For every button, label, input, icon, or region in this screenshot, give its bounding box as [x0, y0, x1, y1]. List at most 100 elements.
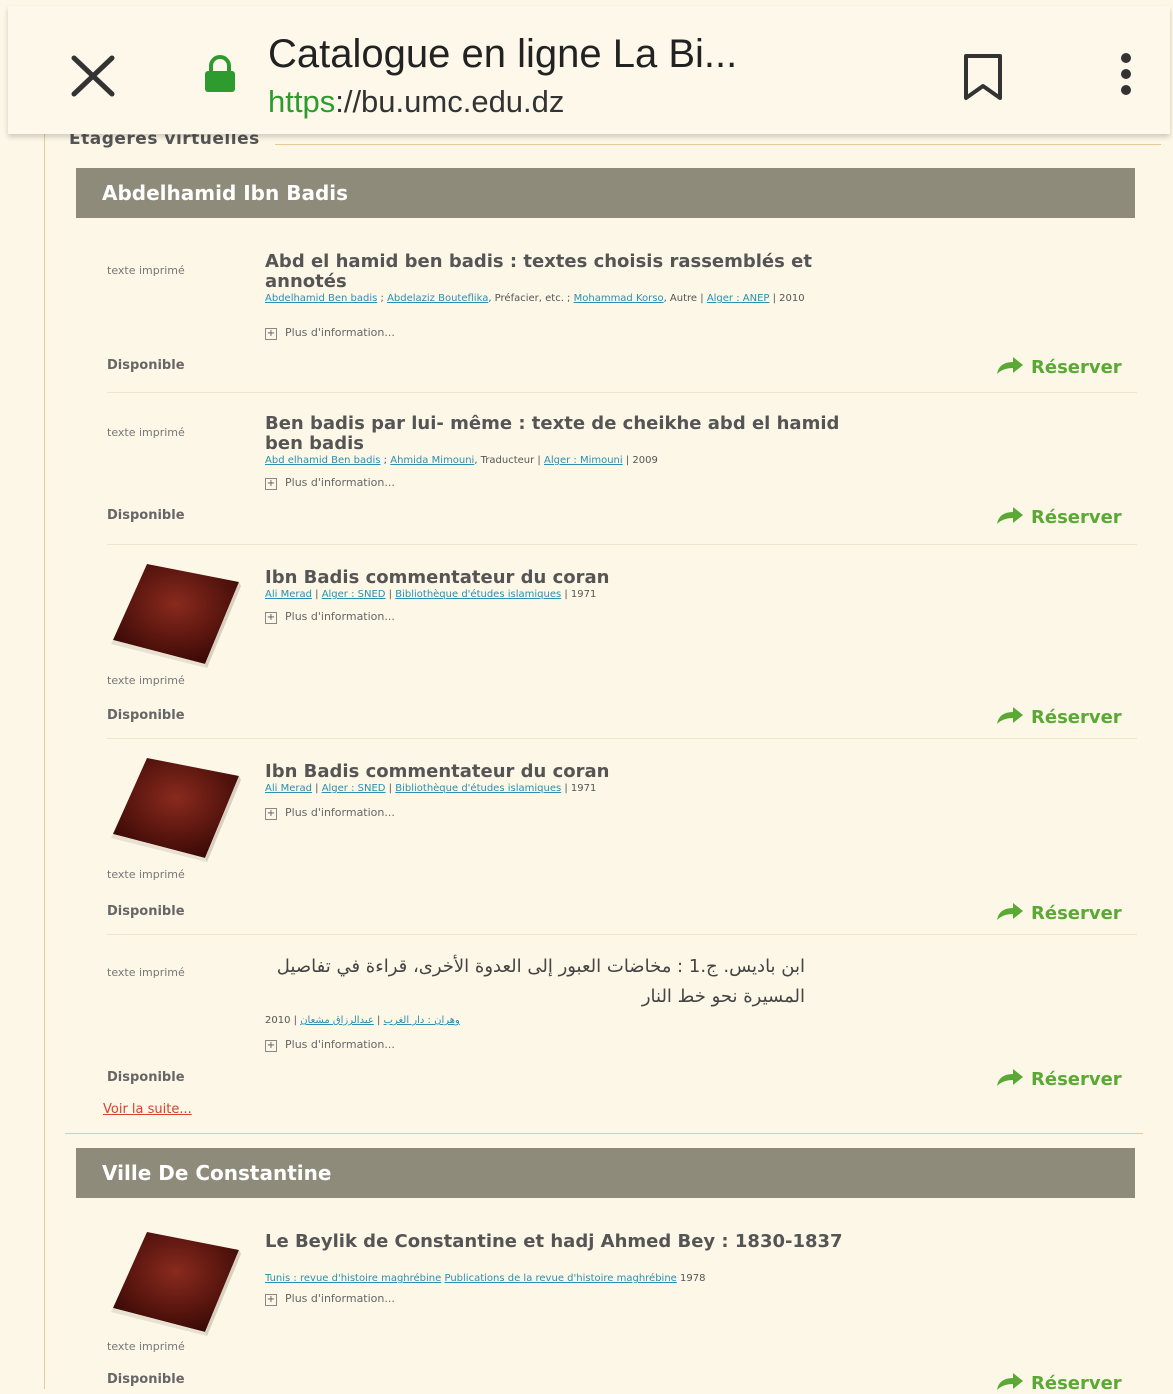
reserve-label: Réserver — [1031, 1373, 1122, 1394]
meta-link[interactable]: Bibliothèque d'études islamiques — [395, 589, 561, 600]
share-arrow-icon — [997, 707, 1023, 724]
item-divider — [107, 392, 1137, 393]
meta-text: | 2010 — [769, 293, 805, 304]
plus-box-icon: + — [265, 328, 277, 340]
share-arrow-icon — [997, 903, 1023, 920]
meta-text: | 1971 — [561, 783, 597, 794]
meta-link[interactable]: Abdelaziz Bouteflika — [387, 293, 488, 304]
record-meta: 2010 | وهران : دار الغرب | عبدالرزاق مشع… — [265, 1014, 825, 1027]
meta-link[interactable]: Ali Merad — [265, 589, 312, 600]
meta-text: | — [311, 589, 322, 600]
record-title[interactable]: Abd el hamid ben badis : textes choisis … — [265, 252, 845, 292]
list-item: texte imprimé ابن باديس. ج.1 : مخاضات ال… — [107, 952, 1137, 1092]
book-icon — [111, 564, 241, 668]
reserve-button[interactable]: Réserver — [995, 1068, 1122, 1090]
meta-link[interactable]: Publications de la revue d'histoire magh… — [444, 1273, 676, 1284]
meta-link[interactable]: عبدالرزاق مشعان — [300, 1015, 374, 1026]
plus-box-icon: + — [265, 612, 277, 624]
book-cover[interactable] — [107, 1230, 243, 1336]
url-scheme: https — [268, 84, 336, 119]
meta-link[interactable]: Bibliothèque d'études islamiques — [395, 783, 561, 794]
more-info-toggle[interactable]: + Plus d'information... — [265, 806, 395, 820]
record-title[interactable]: Ibn Badis commentateur du coran — [265, 762, 845, 782]
close-icon — [71, 55, 115, 97]
book-cover[interactable] — [107, 756, 243, 862]
see-more-link[interactable]: Voir la suite... — [103, 1102, 192, 1117]
meta-link[interactable]: Alger : SNED — [322, 783, 386, 794]
url-bar[interactable]: https://bu.umc.edu.dz — [268, 84, 564, 120]
meta-text: , Préfacier, etc. ; — [488, 293, 574, 304]
meta-link[interactable]: Ahmida Mimouni — [390, 455, 474, 466]
share-arrow-icon — [997, 357, 1023, 374]
reserve-button[interactable]: Réserver — [995, 506, 1122, 528]
meta-link[interactable]: Tunis : revue d'histoire maghrébine — [265, 1273, 441, 1284]
meta-text: | 1971 — [561, 589, 597, 600]
availability-status: Disponible — [107, 904, 185, 919]
url-host: ://bu.umc.edu.dz — [335, 84, 565, 119]
availability-status: Disponible — [107, 708, 185, 723]
more-info-toggle[interactable]: + Plus d'information... — [265, 610, 395, 624]
availability-status: Disponible — [107, 508, 185, 523]
doc-type-label: texte imprimé — [107, 1340, 185, 1353]
doc-type-label: texte imprimé — [107, 426, 185, 439]
record-title[interactable]: Ben badis par lui- même : texte de cheik… — [265, 414, 845, 454]
more-info-toggle[interactable]: + Plus d'information... — [265, 326, 395, 340]
book-cover[interactable] — [107, 562, 243, 668]
meta-link[interactable]: Ali Merad — [265, 783, 312, 794]
reserve-button[interactable]: Réserver — [995, 902, 1122, 924]
more-info-toggle[interactable]: + Plus d'information... — [265, 476, 395, 490]
close-tab-button[interactable] — [64, 46, 124, 106]
meta-link[interactable]: Alger : SNED — [322, 589, 386, 600]
overflow-menu-button[interactable] — [1106, 52, 1146, 102]
more-info-label: Plus d'information... — [285, 1038, 395, 1051]
more-info-toggle[interactable]: + Plus d'information... — [265, 1292, 395, 1306]
reserve-label: Réserver — [1031, 903, 1122, 924]
availability-status: Disponible — [107, 1372, 185, 1387]
doc-type-label: texte imprimé — [107, 264, 185, 277]
meta-link[interactable]: Alger : Mimouni — [544, 455, 623, 466]
meta-text: , Traducteur | — [474, 455, 544, 466]
reserve-label: Réserver — [1031, 707, 1122, 728]
meta-link[interactable]: Mohammad Korso — [574, 293, 664, 304]
availability-status: Disponible — [107, 358, 185, 373]
record-title[interactable]: Ibn Badis commentateur du coran — [265, 568, 845, 588]
list-item: texte imprimé Ben badis par lui- même : … — [107, 412, 1137, 542]
more-vert-icon — [1121, 53, 1131, 95]
meta-link[interactable]: Abdelhamid Ben badis — [265, 293, 377, 304]
item-divider — [107, 738, 1137, 739]
availability-status: Disponible — [107, 1070, 185, 1085]
meta-link[interactable]: وهران : دار الغرب — [384, 1015, 460, 1026]
reserve-button[interactable]: Réserver — [995, 356, 1122, 378]
more-info-toggle[interactable]: + Plus d'information... — [265, 1038, 395, 1052]
reserve-button[interactable]: Réserver — [995, 706, 1122, 728]
share-arrow-icon — [997, 1069, 1023, 1086]
meta-text: 1978 — [676, 1273, 706, 1284]
plus-box-icon: + — [265, 808, 277, 820]
book-icon — [111, 758, 241, 862]
meta-text: ; — [380, 455, 391, 466]
plus-box-icon: + — [265, 478, 277, 490]
list-item: texte imprimé Ibn Badis commentateur du … — [107, 562, 1137, 732]
record-title[interactable]: Le Beylik de Constantine et hadj Ahmed B… — [265, 1232, 845, 1252]
more-info-label: Plus d'information... — [285, 610, 395, 623]
book-icon — [111, 1232, 241, 1336]
fieldset-border — [275, 144, 1161, 145]
list-item: texte imprimé Ibn Badis commentateur du … — [107, 756, 1137, 926]
meta-text: | — [373, 1015, 384, 1026]
list-item: texte imprimé Le Beylik de Constantine e… — [107, 1230, 1137, 1394]
more-info-label: Plus d'information... — [285, 1292, 395, 1305]
meta-text: ; — [377, 293, 388, 304]
meta-text: | — [385, 589, 396, 600]
record-meta: Tunis : revue d'histoire maghrébine Publ… — [265, 1272, 825, 1285]
record-title[interactable]: ابن باديس. ج.1 : مخاضات العبور إلى العدو… — [265, 952, 805, 1012]
shelf-header[interactable]: Ville De Constantine — [76, 1148, 1135, 1198]
shelf-header[interactable]: Abdelhamid Ibn Badis — [76, 168, 1135, 218]
reserve-button[interactable]: Réserver — [995, 1372, 1122, 1394]
bookmark-button[interactable] — [958, 52, 1008, 102]
meta-text: | 2009 — [622, 455, 658, 466]
record-meta: Abd elhamid Ben badis ; Ahmida Mimouni, … — [265, 454, 825, 467]
meta-text: , Autre | — [663, 293, 707, 304]
plus-box-icon: + — [265, 1294, 277, 1306]
meta-link[interactable]: Alger : ANEP — [707, 293, 770, 304]
meta-link[interactable]: Abd elhamid Ben badis — [265, 455, 381, 466]
